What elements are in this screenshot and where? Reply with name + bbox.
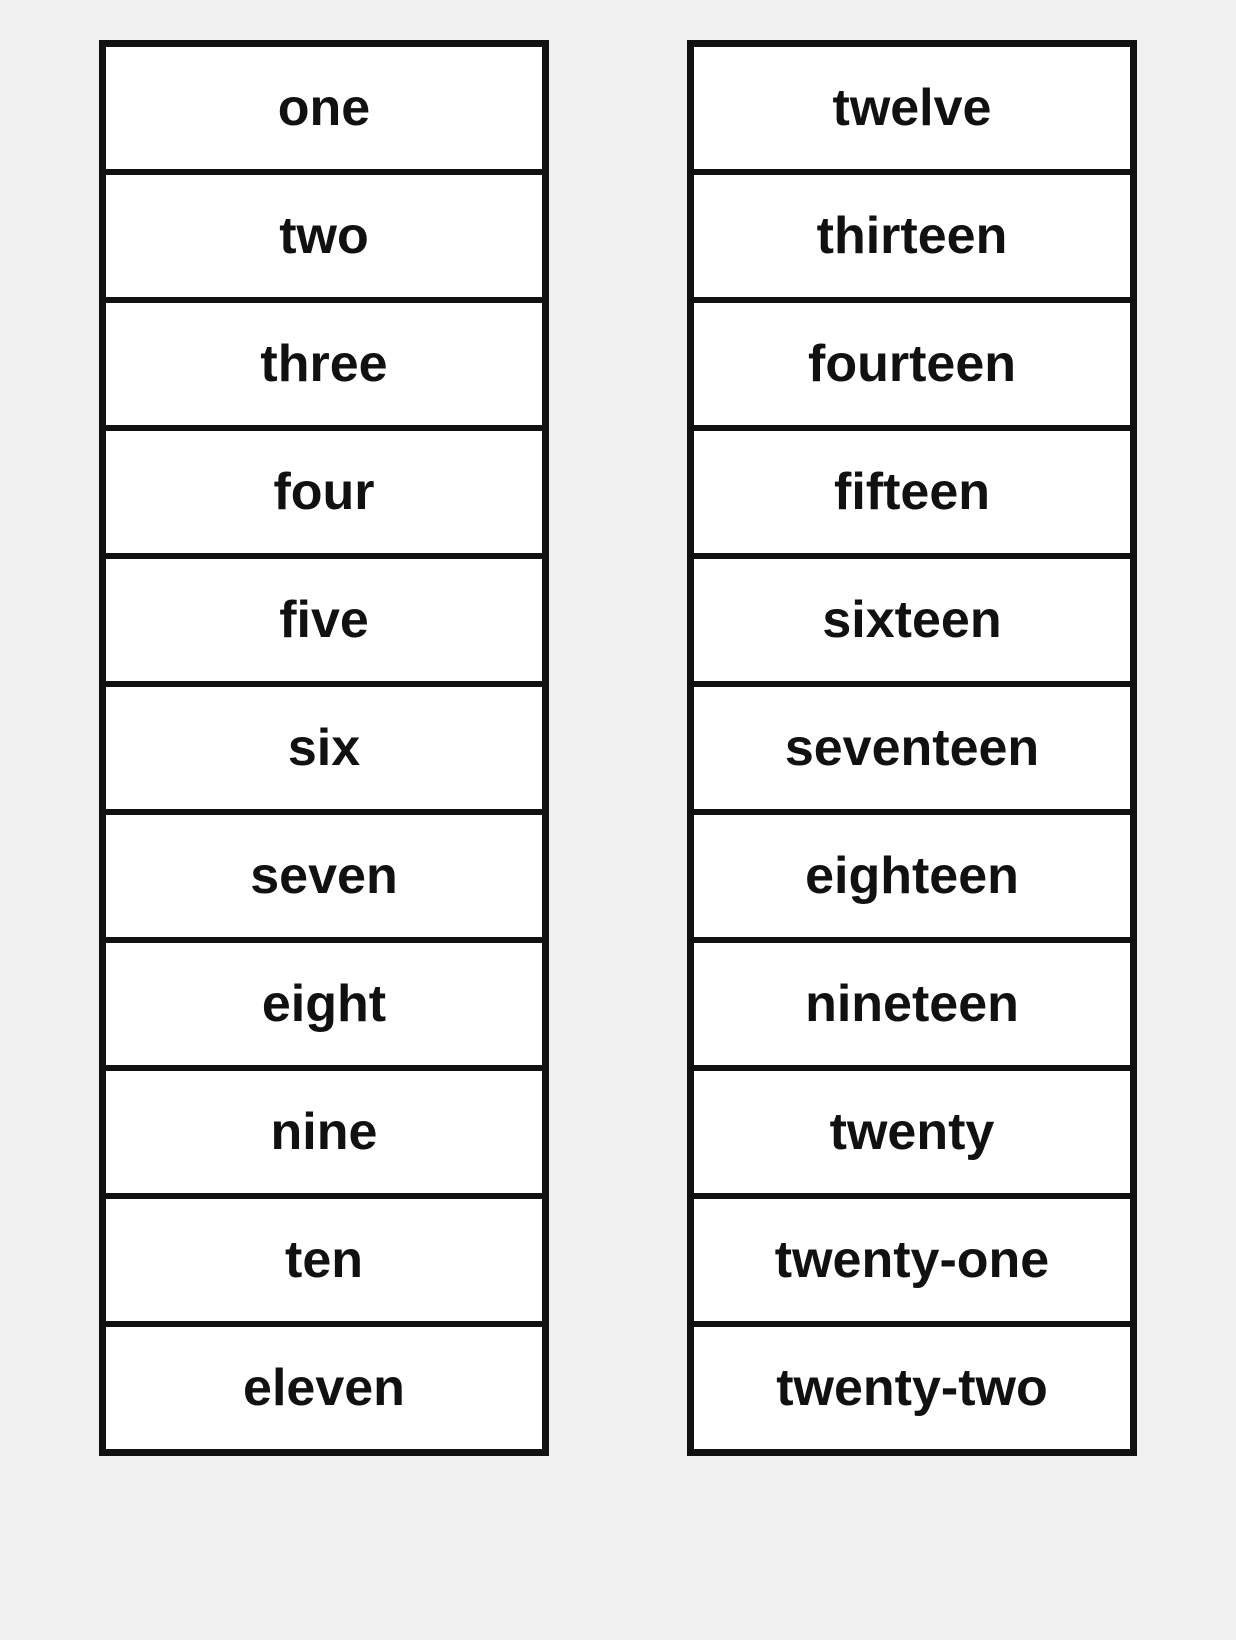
left-column: onetwothreefourfivesixseveneightninetene… <box>99 40 549 1456</box>
number-cell-left-1: one <box>103 44 545 172</box>
number-cell-left-9: nine <box>103 1068 545 1196</box>
number-cell-right-20: twenty <box>691 1068 1133 1196</box>
number-cell-left-11: eleven <box>103 1324 545 1452</box>
number-cell-right-21: twenty-one <box>691 1196 1133 1324</box>
number-cell-right-13: thirteen <box>691 172 1133 300</box>
number-cell-right-19: nineteen <box>691 940 1133 1068</box>
number-cell-right-16: sixteen <box>691 556 1133 684</box>
number-cell-left-6: six <box>103 684 545 812</box>
number-cell-left-4: four <box>103 428 545 556</box>
number-cell-right-22: twenty-two <box>691 1324 1133 1452</box>
number-cell-right-17: seventeen <box>691 684 1133 812</box>
number-cell-left-7: seven <box>103 812 545 940</box>
number-cell-left-3: three <box>103 300 545 428</box>
number-cell-left-5: five <box>103 556 545 684</box>
number-cell-left-2: two <box>103 172 545 300</box>
number-cell-right-14: fourteen <box>691 300 1133 428</box>
number-cell-left-10: ten <box>103 1196 545 1324</box>
number-cell-right-15: fifteen <box>691 428 1133 556</box>
page-container: onetwothreefourfivesixseveneightninetene… <box>20 20 1216 1620</box>
number-cell-left-8: eight <box>103 940 545 1068</box>
number-cell-right-12: twelve <box>691 44 1133 172</box>
number-cell-right-18: eighteen <box>691 812 1133 940</box>
right-column: twelvethirteenfourteenfifteensixteenseve… <box>687 40 1137 1456</box>
